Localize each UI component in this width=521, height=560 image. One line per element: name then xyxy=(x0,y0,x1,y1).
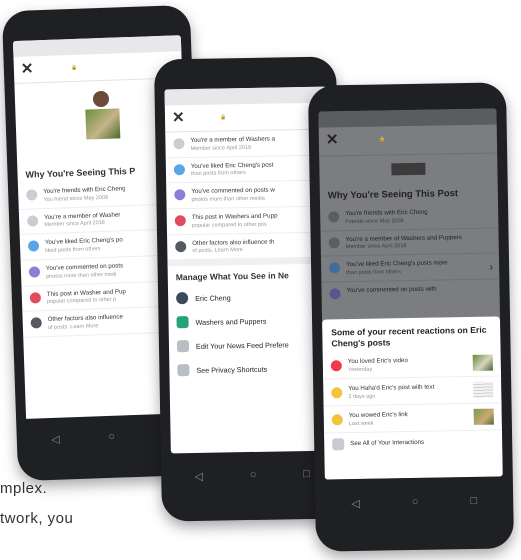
list-item[interactable]: You've liked Eric Cheng's posts more than… xyxy=(320,253,500,283)
recents-icon[interactable]: □ xyxy=(470,495,477,507)
caption-line-1: mplex. xyxy=(0,480,48,497)
friends-icon xyxy=(328,211,340,223)
comment-icon xyxy=(174,189,186,201)
caption-line-2: twork, you xyxy=(0,510,74,527)
group-icon xyxy=(328,236,340,249)
manage-item-group[interactable]: Washers and Puppers xyxy=(168,308,330,335)
home-icon[interactable]: ○ xyxy=(108,431,115,443)
recents-icon[interactable]: □ xyxy=(303,468,310,480)
reaction-thumbnail xyxy=(472,355,493,372)
haha-icon xyxy=(331,387,343,399)
phone-3: ✕ 🔒 Why You're Seeing This Post You're f… xyxy=(307,82,515,552)
list-item: You're a member of Washers and Puppers Me… xyxy=(320,228,499,257)
chevron-right-icon: › xyxy=(489,259,494,274)
list-icon xyxy=(332,438,345,451)
back-icon[interactable]: ◁ xyxy=(195,469,204,482)
friends-icon xyxy=(26,189,38,201)
manage-item-news-feed[interactable]: Edit Your News Feed Prefere xyxy=(169,332,331,359)
back-icon[interactable]: ◁ xyxy=(51,432,60,445)
wow-icon xyxy=(331,414,343,426)
reaction-item[interactable]: You Haha'd Eric's post with text 2 days a… xyxy=(323,376,502,408)
lock-icon: 🔒 xyxy=(379,136,386,143)
info-icon xyxy=(175,240,187,252)
top-bar: ✕ 🔒 xyxy=(318,124,498,157)
list-item: You've liked Eric Cheng's post than posts… xyxy=(165,155,329,184)
group-icon xyxy=(173,138,185,150)
reaction-item[interactable]: You loved Eric's video Yesterday xyxy=(322,349,502,381)
back-icon[interactable]: ◁ xyxy=(351,496,360,509)
manage-title: Manage What You See in Ne xyxy=(175,270,289,283)
pencil-icon xyxy=(176,340,190,353)
like-icon xyxy=(173,163,185,175)
list-item: Other factors also influence th of posts.… xyxy=(167,232,330,261)
post-thumbnail xyxy=(391,162,426,176)
sheet-title: Some of your recent reactions on Eric Ch… xyxy=(331,324,487,349)
manage-item-eric-cheng[interactable]: Eric Cheng xyxy=(168,284,330,311)
close-icon[interactable]: ✕ xyxy=(172,108,185,126)
lock-icon: 🔒 xyxy=(220,114,227,121)
reaction-item[interactable]: You wowed Eric's link Last week xyxy=(323,403,503,435)
list-item: This post in Washers and Pupp popular com… xyxy=(166,206,330,236)
comment-icon xyxy=(28,266,41,278)
group-icon xyxy=(176,316,189,329)
reaction-thumbnail xyxy=(473,382,494,399)
nav-bar: ◁ ○ □ xyxy=(324,478,504,526)
post-thumbnail xyxy=(85,108,121,140)
phone-2-screen: ✕ 🔒 You're a member of Washers a Member s… xyxy=(164,86,333,454)
trending-icon xyxy=(29,291,42,304)
close-icon[interactable]: ✕ xyxy=(21,59,34,77)
love-icon xyxy=(330,360,342,372)
trending-icon xyxy=(174,215,186,227)
list-item: You're friends with Eric Cheng Friends si… xyxy=(320,202,499,232)
list-item: You've commented on posts with xyxy=(321,279,499,304)
list-item: You're a member of Washers a Member since… xyxy=(165,129,328,159)
home-icon[interactable]: ○ xyxy=(250,469,257,481)
see-all-interactions[interactable]: See All of Your Interactions xyxy=(324,431,502,456)
nav-bar: ◁ ○ □ xyxy=(170,452,334,498)
comment-icon xyxy=(329,288,341,300)
manage-item-privacy[interactable]: See Privacy Shortcuts xyxy=(169,356,331,383)
like-icon xyxy=(27,240,40,252)
reaction-thumbnail xyxy=(473,409,494,426)
privacy-icon xyxy=(177,364,190,377)
close-icon[interactable]: ✕ xyxy=(326,130,339,148)
phone-3-screen: ✕ 🔒 Why You're Seeing This Post You're f… xyxy=(318,108,503,480)
home-icon[interactable]: ○ xyxy=(412,496,419,508)
avatar xyxy=(92,90,110,108)
top-bar: ✕ 🔒 xyxy=(164,102,328,133)
like-icon xyxy=(329,262,341,274)
group-icon xyxy=(26,214,39,227)
profile-icon xyxy=(176,292,189,305)
info-icon xyxy=(30,317,42,329)
reactions-sheet: Some of your recent reactions on Eric Ch… xyxy=(322,316,503,480)
lock-icon: 🔒 xyxy=(70,64,78,72)
list-item: You've commented on posts w photos more t… xyxy=(166,180,329,210)
